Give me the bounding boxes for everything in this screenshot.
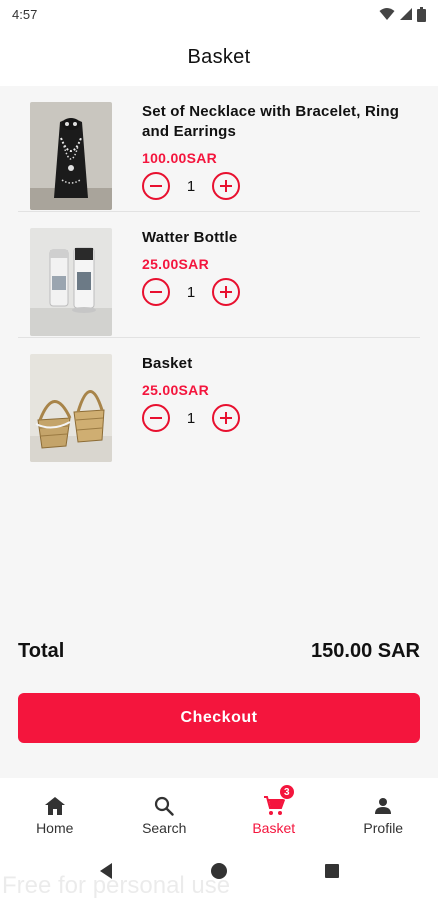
nav-label: Home xyxy=(36,820,74,836)
product-image[interactable] xyxy=(30,102,112,210)
necklace-set-photo xyxy=(30,102,112,210)
nav-item-search[interactable]: Search xyxy=(110,778,220,842)
increase-quantity-button[interactable] xyxy=(212,404,240,432)
page-title: Basket xyxy=(187,45,251,68)
cart-icon xyxy=(263,796,285,815)
quantity-value: 1 xyxy=(186,177,196,195)
nav-item-basket[interactable]: 3 Basket xyxy=(219,778,329,842)
item-price: 25.00SAR xyxy=(142,382,209,398)
home-button-icon[interactable] xyxy=(210,862,228,880)
battery-icon xyxy=(417,6,426,22)
quantity-stepper: 1 xyxy=(142,278,420,306)
cart-item: Set of Necklace with Bracelet, Ring and … xyxy=(18,86,420,212)
water-bottle-photo xyxy=(30,228,112,336)
app-header: Basket xyxy=(0,28,438,86)
status-bar: 4:57 xyxy=(0,0,438,28)
item-price: 100.00SAR xyxy=(142,150,218,166)
bottom-nav: Home Search 3 Basket Profile xyxy=(0,778,438,842)
nav-item-profile[interactable]: Profile xyxy=(329,778,438,842)
recents-icon[interactable] xyxy=(324,863,340,879)
status-time: 4:57 xyxy=(12,6,38,22)
nav-label: Basket xyxy=(252,820,296,836)
product-image[interactable] xyxy=(30,228,112,336)
cart-item: Basket 25.00SAR 1 xyxy=(18,338,420,464)
item-name: Basket xyxy=(142,355,193,372)
cart-count-badge: 3 xyxy=(278,784,295,800)
quantity-stepper: 1 xyxy=(142,172,420,200)
decrease-quantity-button[interactable] xyxy=(142,278,170,306)
item-name: Watter Bottle xyxy=(142,229,238,246)
quantity-value: 1 xyxy=(186,409,196,427)
minus-icon xyxy=(150,291,162,293)
nav-label: Search xyxy=(142,820,187,836)
nav-item-home[interactable]: Home xyxy=(0,778,110,842)
increase-quantity-button[interactable] xyxy=(212,172,240,200)
system-nav-bar xyxy=(0,842,438,900)
status-icons xyxy=(379,6,426,22)
quantity-value: 1 xyxy=(186,283,196,301)
product-image[interactable] xyxy=(30,354,112,462)
minus-icon xyxy=(150,417,162,419)
search-icon xyxy=(155,796,174,816)
wifi-icon xyxy=(379,8,395,20)
increase-quantity-button[interactable] xyxy=(212,278,240,306)
minus-icon xyxy=(150,185,162,187)
person-icon xyxy=(375,798,392,814)
back-icon[interactable] xyxy=(98,862,114,880)
home-icon xyxy=(44,797,65,815)
total-row: Total 150.00 SAR xyxy=(18,640,420,663)
decrease-quantity-button[interactable] xyxy=(142,172,170,200)
nav-label: Profile xyxy=(363,820,404,836)
quantity-stepper: 1 xyxy=(142,404,420,432)
total-value: 150.00 SAR xyxy=(311,640,420,662)
cart-item: Watter Bottle 25.00SAR 1 xyxy=(18,212,420,338)
cart-list: Set of Necklace with Bracelet, Ring and … xyxy=(0,86,438,464)
basket-photo xyxy=(30,354,112,462)
checkout-button[interactable]: Checkout xyxy=(18,693,420,743)
decrease-quantity-button[interactable] xyxy=(142,404,170,432)
item-price: 25.00SAR xyxy=(142,256,209,272)
total-label: Total xyxy=(18,640,65,662)
signal-icon xyxy=(400,8,412,20)
item-name: Set of Necklace with Bracelet, Ring and … xyxy=(142,103,400,140)
